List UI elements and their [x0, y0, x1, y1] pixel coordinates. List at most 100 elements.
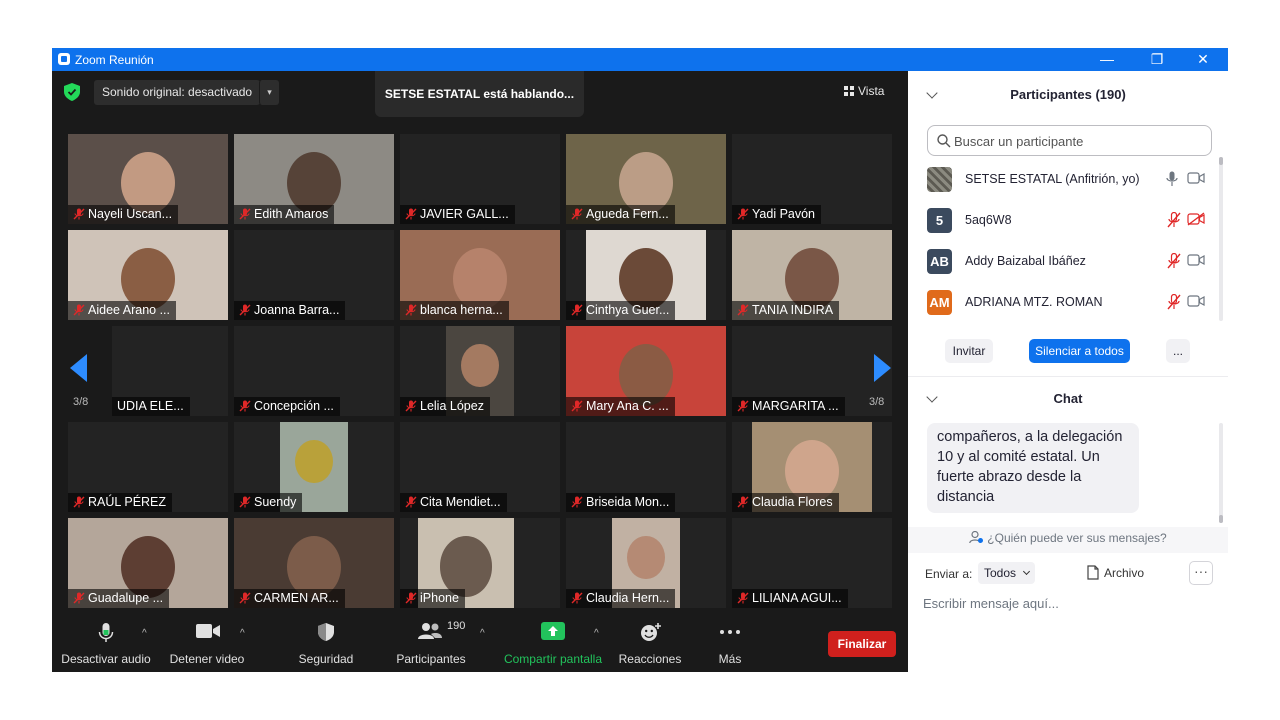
- muted-mic-icon: [571, 592, 583, 604]
- participant-tile[interactable]: Joanna Barra...: [234, 230, 394, 320]
- participant-tile[interactable]: Yadi Pavón: [732, 134, 892, 224]
- more-dots-icon: [720, 630, 740, 634]
- mute-all-button[interactable]: Silenciar a todos: [1029, 339, 1130, 363]
- participant-video-status[interactable]: [1187, 212, 1205, 231]
- muted-mic-icon: [1167, 293, 1181, 310]
- participant-tile[interactable]: Suendy: [234, 422, 394, 512]
- security-label: Seguridad: [298, 652, 354, 666]
- participant-name: Guadalupe ...: [88, 591, 164, 605]
- panel-divider: [908, 376, 1228, 377]
- invite-button[interactable]: Invitar: [945, 339, 993, 363]
- participant-tile[interactable]: UDIA ELE...: [112, 326, 228, 416]
- participants-button[interactable]: 190 Participantes: [392, 614, 470, 672]
- muted-mic-icon: [737, 304, 749, 316]
- participant-tile[interactable]: Mary Ana C. ...: [566, 326, 726, 416]
- muted-mic-icon: [571, 400, 583, 412]
- participant-tile[interactable]: Claudia Flores: [732, 422, 892, 512]
- original-sound-dropdown[interactable]: ▾: [259, 80, 279, 105]
- security-button[interactable]: Seguridad: [292, 614, 360, 672]
- reactions-button[interactable]: Reacciones: [614, 614, 686, 672]
- participants-icon: [418, 623, 442, 639]
- chat-more-button[interactable]: ···: [1189, 561, 1213, 585]
- encryption-shield-icon[interactable]: [64, 83, 80, 101]
- participant-tile[interactable]: Claudia Hern...: [566, 518, 726, 608]
- participant-audio-status[interactable]: [1166, 211, 1182, 233]
- participant-name-label: Joanna Barra...: [234, 301, 346, 320]
- original-sound-button[interactable]: Sonido original: desactivado: [94, 80, 261, 105]
- chat-message-input[interactable]: [923, 592, 1213, 614]
- participant-tile[interactable]: Cita Mendiet...: [400, 422, 560, 512]
- microphone-icon: [1166, 171, 1178, 186]
- participant-tile[interactable]: Aidee Arano ...: [68, 230, 228, 320]
- send-to-dropdown[interactable]: Todos: [978, 562, 1036, 584]
- file-button[interactable]: Archivo: [1104, 566, 1144, 580]
- participant-search-box[interactable]: [927, 125, 1212, 156]
- file-icon[interactable]: [1087, 565, 1099, 580]
- participants-options-caret[interactable]: ^: [480, 628, 485, 639]
- participant-list-item[interactable]: AB Addy Baizabal Ibáñez: [927, 247, 1212, 275]
- next-page-arrow-icon[interactable]: [874, 354, 891, 382]
- participant-audio-status[interactable]: [1166, 293, 1182, 315]
- chat-scroll-thumb[interactable]: [1219, 515, 1223, 523]
- participant-tile[interactable]: Cinthya Guer...: [566, 230, 726, 320]
- participant-video-status[interactable]: [1187, 294, 1205, 313]
- muted-mic-icon: [405, 496, 417, 508]
- participant-tile[interactable]: LILIANA AGUI...: [732, 518, 892, 608]
- video-options-caret[interactable]: ^: [240, 628, 245, 639]
- previous-page-arrow-icon[interactable]: [70, 354, 87, 382]
- participant-tile[interactable]: blanca herna...: [400, 230, 560, 320]
- restore-button[interactable]: ❐: [1134, 48, 1180, 71]
- stop-video-button[interactable]: Detener video: [164, 614, 250, 672]
- muted-mic-icon: [239, 400, 251, 412]
- participant-tile[interactable]: RAÚL PÉREZ: [68, 422, 228, 512]
- participant-tile[interactable]: Nayeli Uscan...: [68, 134, 228, 224]
- participant-list-item[interactable]: 5 5aq6W8: [927, 206, 1212, 234]
- participant-list-item[interactable]: AM ADRIANA MTZ. ROMAN: [927, 288, 1212, 316]
- participant-tile[interactable]: iPhone: [400, 518, 560, 608]
- participant-tile[interactable]: Lelia López: [400, 326, 560, 416]
- participant-list-scrollbar[interactable]: [1219, 157, 1223, 321]
- view-label: Vista: [858, 84, 885, 98]
- participant-audio-status[interactable]: [1166, 252, 1182, 274]
- participant-tile[interactable]: Agueda Fern...: [566, 134, 726, 224]
- participant-tile[interactable]: JAVIER GALL...: [400, 134, 560, 224]
- participant-video-status[interactable]: [1187, 253, 1205, 272]
- mute-audio-button[interactable]: Desactivar audio: [60, 614, 152, 672]
- avatar: [927, 167, 952, 192]
- participant-tile[interactable]: MARGARITA ...: [732, 326, 892, 416]
- view-button[interactable]: Vista: [844, 81, 884, 101]
- participant-list-name: 5aq6W8: [965, 213, 1012, 227]
- minimize-button[interactable]: —: [1084, 48, 1130, 71]
- participant-audio-status[interactable]: [1166, 171, 1178, 192]
- end-meeting-button[interactable]: Finalizar: [828, 631, 896, 657]
- participant-name: iPhone: [420, 591, 459, 605]
- participant-name-label: Edith Amaros: [234, 205, 335, 224]
- muted-mic-icon: [73, 304, 85, 316]
- participant-tile[interactable]: Edith Amaros: [234, 134, 394, 224]
- muted-mic-icon: [405, 592, 417, 604]
- avatar: AM: [927, 290, 952, 315]
- participant-list-scroll-thumb[interactable]: [1219, 157, 1223, 165]
- participant-tile[interactable]: CARMEN AR...: [234, 518, 394, 608]
- share-options-caret[interactable]: ^: [594, 628, 599, 639]
- more-button[interactable]: Más: [704, 614, 756, 672]
- participant-tile[interactable]: Briseida Mon...: [566, 422, 726, 512]
- participant-name-label: blanca herna...: [400, 301, 509, 320]
- participant-search-input[interactable]: [954, 132, 1204, 150]
- chat-panel-title: Chat: [1053, 391, 1083, 406]
- participant-video-status[interactable]: [1187, 171, 1205, 190]
- audio-options-caret[interactable]: ^: [142, 628, 147, 639]
- participant-tile[interactable]: TANIA INDIRA: [732, 230, 892, 320]
- chat-scrollbar[interactable]: [1219, 423, 1223, 523]
- participant-list-item[interactable]: SETSE ESTATAL (Anfitrión, yo): [927, 165, 1212, 193]
- participant-name: Cinthya Guer...: [586, 303, 670, 317]
- participant-tile[interactable]: Guadalupe ...: [68, 518, 228, 608]
- stop-video-label: Detener video: [169, 652, 245, 666]
- close-button[interactable]: ✕: [1180, 48, 1226, 71]
- share-screen-button[interactable]: Compartir pantalla: [502, 614, 604, 672]
- participant-name-label: Claudia Hern...: [566, 589, 676, 608]
- participant-tile[interactable]: Concepción ...: [234, 326, 394, 416]
- who-can-see-messages-link[interactable]: ¿Quién puede ver sus mensajes?: [908, 527, 1228, 553]
- grid-view-icon: [844, 86, 854, 96]
- participants-more-button[interactable]: ...: [1166, 339, 1190, 363]
